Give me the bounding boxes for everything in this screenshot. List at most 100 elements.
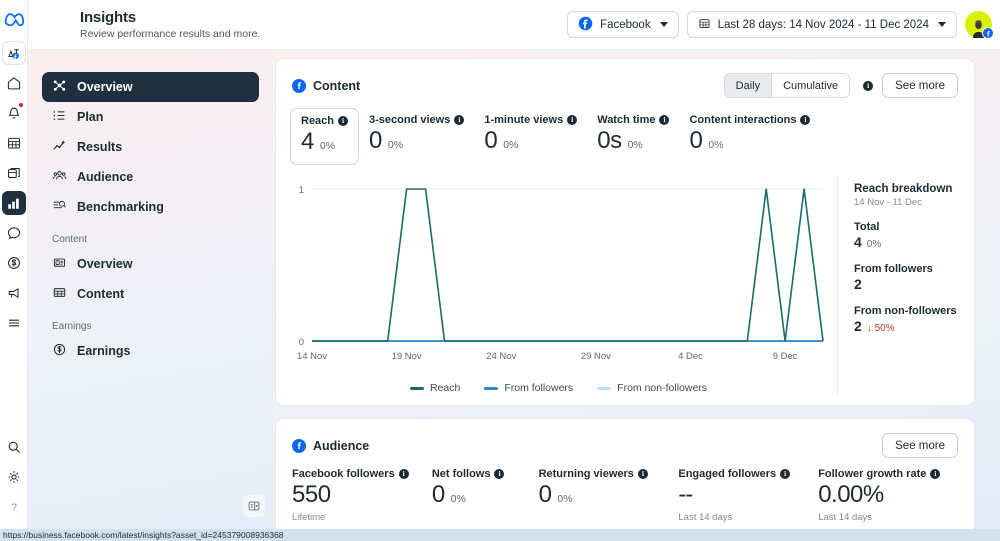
sidebar-item-label: Results (77, 140, 123, 154)
page-subtitle: Review performance results and more. (80, 28, 261, 40)
audience-metric-delta: 0% (450, 493, 466, 505)
chart-legend: Reach From followers From non-followers (286, 382, 831, 394)
audience-metric-facebook-followers[interactable]: Facebook followers i 550 Lifetime (292, 468, 432, 523)
metric-1-minute-views[interactable]: 1-minute views i 0 0% (474, 108, 587, 165)
facebook-badge-icon (982, 27, 994, 39)
content-card-title: Content (313, 78, 361, 93)
facebook-icon (292, 78, 306, 93)
audience-see-more-button[interactable]: See more (882, 433, 958, 458)
settings-icon[interactable] (2, 465, 26, 489)
content-see-more-button[interactable]: See more (882, 73, 958, 98)
audience-metric-label-wrapper: Facebook followers i (292, 468, 432, 480)
sidebar-item-content[interactable]: Content (42, 279, 259, 309)
info-icon[interactable]: i (930, 468, 941, 479)
legend-item-from-non-followers[interactable]: From non-followers (597, 382, 707, 394)
metric-value: 4 (301, 128, 314, 155)
breakdown-nonfollowers-label: From non-followers (854, 305, 957, 317)
svg-text:4 Dec: 4 Dec (678, 351, 703, 362)
info-icon[interactable]: i (454, 114, 465, 125)
info-icon[interactable]: i (800, 114, 811, 125)
metric-delta: 0% (503, 139, 519, 151)
avatar[interactable] (965, 11, 994, 39)
ads-icon[interactable] (2, 281, 26, 305)
list-plan-icon (52, 108, 67, 126)
reach-line-chart[interactable]: 0 1 14 Nov 19 Nov 24 Nov 29 Nov 4 Dec 9 Dec Rea… (286, 175, 831, 394)
info-icon[interactable]: i (567, 114, 578, 125)
audience-metric-label: Engaged followers (678, 468, 777, 480)
audience-metric-value: 550 (292, 481, 331, 508)
legend-item-from-followers[interactable]: From followers (484, 382, 573, 394)
overview-nodes-icon (52, 78, 67, 96)
sidebar-item-label: Audience (77, 170, 134, 184)
search-icon[interactable] (2, 435, 26, 459)
sidebar-item-plan[interactable]: Plan (42, 102, 259, 132)
audience-metric-value-row: 0 0% (432, 481, 539, 509)
breakdown-total-value: 4 (854, 234, 862, 250)
audience-metric-value: 0 (538, 481, 552, 508)
info-icon[interactable]: i (494, 468, 505, 479)
info-icon[interactable]: i (338, 115, 349, 126)
breakdown-delta-number: 50% (874, 323, 895, 334)
sidebar-item-benchmarking[interactable]: Benchmarking (42, 192, 259, 222)
legend-label: From followers (504, 382, 574, 394)
metric-value-row: 0s 0% (597, 127, 669, 155)
notifications-icon[interactable] (2, 101, 26, 125)
audience-metric-returning-viewers[interactable]: Returning viewers i 0 0% (539, 468, 679, 523)
metric-value: 0 (369, 127, 382, 154)
info-icon[interactable]: i (659, 114, 670, 125)
date-range-selector[interactable]: Last 28 days: 14 Nov 2024 - 11 Dec 2024 (686, 11, 957, 38)
more-icon[interactable] (2, 311, 26, 335)
svg-text:29 Nov: 29 Nov (581, 351, 611, 362)
help-icon[interactable]: ? (2, 495, 26, 519)
audience-metric-engaged-followers[interactable]: Engaged followers i -- Last 14 days (678, 468, 818, 523)
metric-label-wrapper: 1-minute views i (484, 114, 578, 126)
legend-item-reach[interactable]: Reach (409, 382, 460, 394)
toggle-option-daily[interactable]: Daily (724, 74, 772, 97)
meta-logo-icon[interactable] (4, 12, 24, 31)
messages-icon[interactable] (2, 221, 26, 245)
sidebar-item-results[interactable]: Results (42, 132, 259, 162)
insights-icon[interactable] (1, 191, 26, 215)
collapse-panel-button[interactable] (243, 495, 265, 517)
people-icon (52, 168, 67, 186)
sidebar-item-earnings[interactable]: Earnings (42, 336, 259, 366)
reach-breakdown-panel: Reach breakdown 14 Nov - 11 Dec Total 4 … (837, 175, 958, 394)
platform-selector[interactable]: Facebook (567, 11, 679, 38)
chevron-down-icon (938, 22, 946, 27)
sidebar-item-content-overview[interactable]: Overview (42, 249, 259, 279)
legend-label: From non-followers (617, 382, 708, 394)
business-account-icon[interactable] (1, 41, 26, 65)
sidebar-item-overview[interactable]: Overview (42, 72, 259, 102)
metric-content-interactions[interactable]: Content interactions i 0 0% (679, 108, 820, 165)
audience-metric-net-follows[interactable]: Net follows i 0 0% (432, 468, 539, 523)
audience-metric-strip: Facebook followers i 550 Lifetime Net fol… (276, 458, 974, 529)
toggle-option-cumulative[interactable]: Cumulative (771, 74, 850, 97)
metric-watch-time[interactable]: Watch time i 0s 0% (587, 108, 679, 165)
info-icon[interactable]: i (637, 468, 648, 479)
calendar-icon[interactable] (2, 131, 26, 155)
sidebar-item-label: Benchmarking (77, 200, 164, 214)
sidebar-item-audience[interactable]: Audience (42, 162, 259, 192)
metric-reach[interactable]: Reach i 4 0% (290, 108, 360, 165)
info-icon[interactable]: i (398, 468, 409, 479)
metric-label-wrapper: Reach i (301, 115, 349, 127)
home-icon[interactable] (2, 71, 26, 95)
legend-swatch (597, 386, 612, 390)
monetization-icon[interactable] (2, 251, 26, 275)
content-card-actions: Daily Cumulative i See more (723, 73, 958, 98)
breakdown-total-label: Total (854, 221, 880, 233)
audience-metric-follower-growth-rate[interactable]: Follower growth rate i 0.00% Last 14 days (818, 468, 958, 523)
metric-3-second-views[interactable]: 3-second views i 0 0% (359, 108, 474, 165)
svg-text:0: 0 (299, 337, 304, 348)
breakdown-followers-row: 2 (854, 276, 958, 292)
info-icon[interactable]: i (780, 468, 791, 479)
info-icon[interactable]: i (863, 80, 874, 91)
breakdown-total-delta: 0% (866, 239, 882, 250)
svg-text:14 Nov: 14 Nov (297, 351, 327, 362)
header-titles: Insights Review performance results and … (80, 9, 260, 40)
pages-icon[interactable] (2, 161, 26, 185)
breakdown-followers-label: From followers (854, 263, 933, 275)
audience-metric-label: Returning viewers (538, 468, 634, 480)
audience-metric-label: Follower growth rate (818, 468, 927, 480)
chart-svg: 0 1 14 Nov 19 Nov 24 Nov 29 Nov 4 Dec 9 Dec (297, 185, 824, 362)
